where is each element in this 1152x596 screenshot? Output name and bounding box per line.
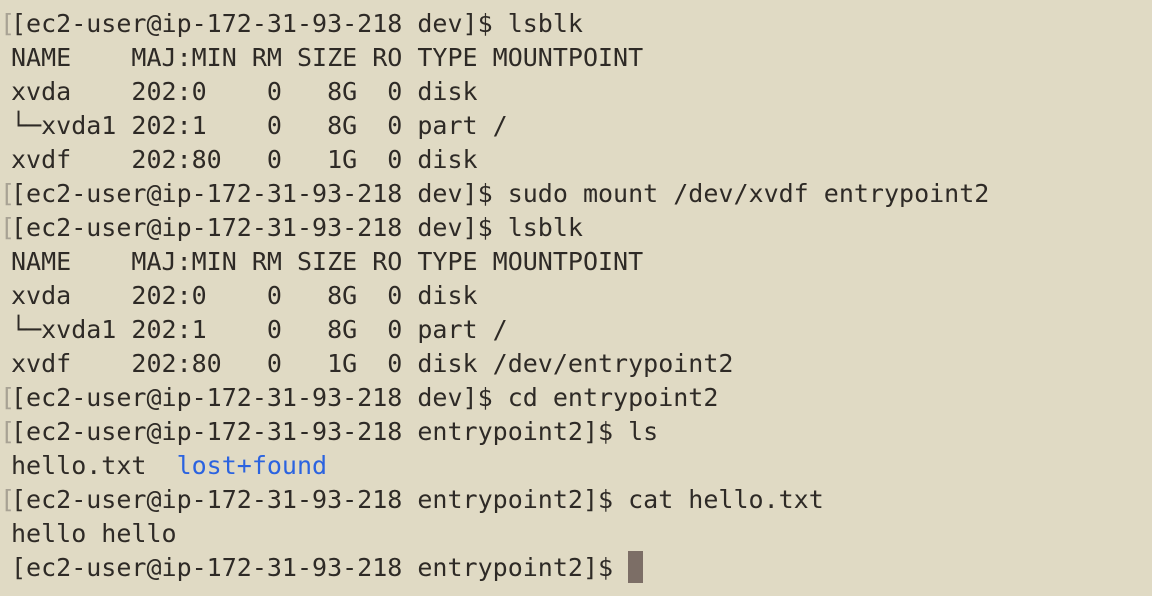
line-marker: [ bbox=[0, 485, 16, 514]
output-line: xvda 202:0 0 8G 0 disk bbox=[11, 281, 478, 310]
terminal-line: hello hello bbox=[0, 517, 177, 551]
line-marker: [ bbox=[0, 213, 16, 242]
prompt-line: [ec2-user@ip-172-31-93-218 dev]$ sudo mo… bbox=[11, 179, 990, 208]
terminal-line: [ec2-user@ip-172-31-93-218 entrypoint2]$ bbox=[0, 551, 644, 585]
terminal-line: xvda 202:0 0 8G 0 disk bbox=[0, 75, 478, 109]
file-entry: hello.txt bbox=[11, 451, 147, 480]
directory-entry: lost+found bbox=[176, 451, 328, 480]
output-line: xvdf 202:80 0 1G 0 disk bbox=[11, 145, 478, 174]
line-marker: [ bbox=[0, 417, 16, 446]
line-marker: [ bbox=[0, 9, 16, 38]
output-line: └─xvda1 202:1 0 8G 0 part / bbox=[11, 315, 508, 344]
text-cursor[interactable] bbox=[628, 551, 644, 583]
terminal-window[interactable]: [[ec2-user@ip-172-31-93-218 dev]$ lsblk … bbox=[0, 0, 1152, 596]
terminal-line: xvda 202:0 0 8G 0 disk bbox=[0, 279, 478, 313]
terminal-line: └─xvda1 202:1 0 8G 0 part / bbox=[0, 313, 508, 347]
terminal-line: NAME MAJ:MIN RM SIZE RO TYPE MOUNTPOINT bbox=[0, 245, 643, 279]
active-prompt: [ec2-user@ip-172-31-93-218 entrypoint2]$ bbox=[11, 553, 629, 582]
line-marker: [ bbox=[0, 383, 16, 412]
terminal-line: xvdf 202:80 0 1G 0 disk bbox=[0, 143, 478, 177]
terminal-line: NAME MAJ:MIN RM SIZE RO TYPE MOUNTPOINT bbox=[0, 41, 643, 75]
output-line: xvda 202:0 0 8G 0 disk bbox=[11, 77, 478, 106]
terminal-line: [[ec2-user@ip-172-31-93-218 dev]$ cd ent… bbox=[0, 381, 718, 415]
terminal-line: xvdf 202:80 0 1G 0 disk /dev/entrypoint2 bbox=[0, 347, 733, 381]
output-line: NAME MAJ:MIN RM SIZE RO TYPE MOUNTPOINT bbox=[11, 43, 644, 72]
prompt-line: [ec2-user@ip-172-31-93-218 entrypoint2]$… bbox=[11, 485, 824, 514]
terminal-line: [[ec2-user@ip-172-31-93-218 entrypoint2]… bbox=[0, 483, 824, 517]
terminal-line: [[ec2-user@ip-172-31-93-218 dev]$ lsblk bbox=[0, 7, 583, 41]
output-line: hello hello bbox=[11, 519, 177, 548]
output-line: NAME MAJ:MIN RM SIZE RO TYPE MOUNTPOINT bbox=[11, 247, 644, 276]
terminal-line: [[ec2-user@ip-172-31-93-218 dev]$ sudo m… bbox=[0, 177, 989, 211]
output-line: xvdf 202:80 0 1G 0 disk /dev/entrypoint2 bbox=[11, 349, 734, 378]
terminal-line: hello.txt lost+found bbox=[0, 449, 327, 483]
prompt-line: [ec2-user@ip-172-31-93-218 dev]$ lsblk bbox=[11, 9, 583, 38]
output-line: └─xvda1 202:1 0 8G 0 part / bbox=[11, 111, 508, 140]
terminal-line: └─xvda1 202:1 0 8G 0 part / bbox=[0, 109, 508, 143]
prompt-line: [ec2-user@ip-172-31-93-218 dev]$ cd entr… bbox=[11, 383, 719, 412]
prompt-line: [ec2-user@ip-172-31-93-218 entrypoint2]$… bbox=[11, 417, 659, 446]
prompt-line: [ec2-user@ip-172-31-93-218 dev]$ lsblk bbox=[11, 213, 583, 242]
line-marker: [ bbox=[0, 179, 16, 208]
terminal-line: [[ec2-user@ip-172-31-93-218 entrypoint2]… bbox=[0, 415, 658, 449]
ls-separator bbox=[146, 451, 176, 480]
terminal-line: [[ec2-user@ip-172-31-93-218 dev]$ lsblk bbox=[0, 211, 583, 245]
